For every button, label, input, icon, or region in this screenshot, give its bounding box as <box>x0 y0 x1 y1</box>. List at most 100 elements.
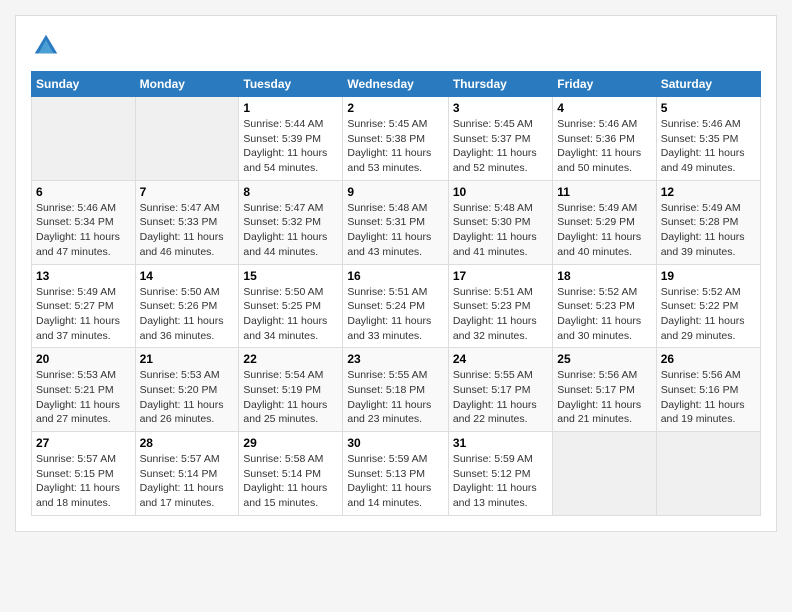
calendar-day-cell <box>32 97 136 181</box>
calendar-day-cell: 13 Sunrise: 5:49 AM Sunset: 5:27 PM Dayli… <box>32 264 136 348</box>
calendar-day-cell <box>135 97 239 181</box>
day-number: 13 <box>36 269 131 283</box>
day-number: 18 <box>557 269 651 283</box>
day-number: 11 <box>557 185 651 199</box>
day-info: Sunrise: 5:49 AM Sunset: 5:28 PM Dayligh… <box>661 201 756 260</box>
calendar-day-cell <box>656 432 760 516</box>
calendar-day-cell: 17Sunrise: 5:51 AM Sunset: 5:23 PM Dayli… <box>448 264 552 348</box>
day-info: Sunrise: 5:50 AM Sunset: 5:26 PM Dayligh… <box>140 285 235 344</box>
day-number: 4 <box>557 101 651 115</box>
calendar-day-cell: 5 Sunrise: 5:46 AM Sunset: 5:35 PM Daylig… <box>656 97 760 181</box>
calendar-day-cell: 7 Sunrise: 5:47 AM Sunset: 5:33 PM Daylig… <box>135 180 239 264</box>
day-info: Sunrise: 5:58 AM Sunset: 5:14 PM Dayligh… <box>243 452 338 511</box>
day-info: Sunrise: 5:57 AM Sunset: 5:15 PM Dayligh… <box>36 452 131 511</box>
day-info: Sunrise: 5:56 AM Sunset: 5:17 PM Dayligh… <box>557 368 651 427</box>
day-info: Sunrise: 5:52 AM Sunset: 5:23 PM Dayligh… <box>557 285 651 344</box>
day-number: 20 <box>36 352 131 366</box>
day-number: 28 <box>140 436 235 450</box>
calendar-week-row: 1Sunrise: 5:44 AM Sunset: 5:39 PM Daylig… <box>32 97 761 181</box>
calendar-day-cell: 3 Sunrise: 5:45 AM Sunset: 5:37 PM Daylig… <box>448 97 552 181</box>
day-info: Sunrise: 5:49 AM Sunset: 5:27 PM Dayligh… <box>36 285 131 344</box>
weekday-header: Saturday <box>656 72 760 97</box>
day-info: Sunrise: 5:48 AM Sunset: 5:31 PM Dayligh… <box>347 201 443 260</box>
calendar-day-cell: 12Sunrise: 5:49 AM Sunset: 5:28 PM Dayli… <box>656 180 760 264</box>
day-info: Sunrise: 5:46 AM Sunset: 5:35 PM Dayligh… <box>661 117 756 176</box>
day-info: Sunrise: 5:59 AM Sunset: 5:13 PM Dayligh… <box>347 452 443 511</box>
day-info: Sunrise: 5:57 AM Sunset: 5:14 PM Dayligh… <box>140 452 235 511</box>
calendar-day-cell: 23 Sunrise: 5:55 AM Sunset: 5:18 PM Dayli… <box>343 348 448 432</box>
day-number: 6 <box>36 185 131 199</box>
calendar-day-cell: 19Sunrise: 5:52 AM Sunset: 5:22 PM Dayli… <box>656 264 760 348</box>
day-number: 7 <box>140 185 235 199</box>
day-info: Sunrise: 5:48 AM Sunset: 5:30 PM Dayligh… <box>453 201 548 260</box>
day-info: Sunrise: 5:47 AM Sunset: 5:32 PM Dayligh… <box>243 201 338 260</box>
day-number: 23 <box>347 352 443 366</box>
calendar-day-cell <box>553 432 656 516</box>
day-info: Sunrise: 5:53 AM Sunset: 5:20 PM Dayligh… <box>140 368 235 427</box>
day-info: Sunrise: 5:51 AM Sunset: 5:23 PM Dayligh… <box>453 285 548 344</box>
weekday-header: Friday <box>553 72 656 97</box>
calendar-day-cell: 22 Sunrise: 5:54 AM Sunset: 5:19 PM Dayli… <box>239 348 343 432</box>
calendar-day-cell: 1Sunrise: 5:44 AM Sunset: 5:39 PM Daylig… <box>239 97 343 181</box>
day-number: 29 <box>243 436 338 450</box>
logo-icon <box>31 31 61 61</box>
day-info: Sunrise: 5:55 AM Sunset: 5:18 PM Dayligh… <box>347 368 443 427</box>
calendar-day-cell: 26 Sunrise: 5:56 AM Sunset: 5:16 PM Dayli… <box>656 348 760 432</box>
calendar-day-cell: 31Sunrise: 5:59 AM Sunset: 5:12 PM Dayli… <box>448 432 552 516</box>
calendar-day-cell: 20 Sunrise: 5:53 AM Sunset: 5:21 PM Dayli… <box>32 348 136 432</box>
calendar-day-cell: 16 Sunrise: 5:51 AM Sunset: 5:24 PM Dayli… <box>343 264 448 348</box>
day-number: 21 <box>140 352 235 366</box>
day-info: Sunrise: 5:45 AM Sunset: 5:37 PM Dayligh… <box>453 117 548 176</box>
day-number: 24 <box>453 352 548 366</box>
calendar-week-row: 13 Sunrise: 5:49 AM Sunset: 5:27 PM Dayli… <box>32 264 761 348</box>
calendar-table: SundayMondayTuesdayWednesdayThursdayFrid… <box>31 71 761 516</box>
day-info: Sunrise: 5:49 AM Sunset: 5:29 PM Dayligh… <box>557 201 651 260</box>
logo <box>31 31 65 61</box>
day-number: 5 <box>661 101 756 115</box>
calendar-day-cell: 9 Sunrise: 5:48 AM Sunset: 5:31 PM Daylig… <box>343 180 448 264</box>
calendar-header-row: SundayMondayTuesdayWednesdayThursdayFrid… <box>32 72 761 97</box>
weekday-header: Monday <box>135 72 239 97</box>
day-info: Sunrise: 5:54 AM Sunset: 5:19 PM Dayligh… <box>243 368 338 427</box>
day-number: 25 <box>557 352 651 366</box>
day-info: Sunrise: 5:55 AM Sunset: 5:17 PM Dayligh… <box>453 368 548 427</box>
calendar-day-cell: 10 Sunrise: 5:48 AM Sunset: 5:30 PM Dayli… <box>448 180 552 264</box>
calendar-day-cell: 25 Sunrise: 5:56 AM Sunset: 5:17 PM Dayli… <box>553 348 656 432</box>
calendar-day-cell: 8 Sunrise: 5:47 AM Sunset: 5:32 PM Daylig… <box>239 180 343 264</box>
calendar-week-row: 6Sunrise: 5:46 AM Sunset: 5:34 PM Daylig… <box>32 180 761 264</box>
day-info: Sunrise: 5:44 AM Sunset: 5:39 PM Dayligh… <box>243 117 338 176</box>
calendar-day-cell: 11 Sunrise: 5:49 AM Sunset: 5:29 PM Dayli… <box>553 180 656 264</box>
day-number: 3 <box>453 101 548 115</box>
day-number: 10 <box>453 185 548 199</box>
day-number: 9 <box>347 185 443 199</box>
calendar-day-cell: 18 Sunrise: 5:52 AM Sunset: 5:23 PM Dayli… <box>553 264 656 348</box>
calendar-day-cell: 14Sunrise: 5:50 AM Sunset: 5:26 PM Dayli… <box>135 264 239 348</box>
day-info: Sunrise: 5:51 AM Sunset: 5:24 PM Dayligh… <box>347 285 443 344</box>
calendar-day-cell: 2 Sunrise: 5:45 AM Sunset: 5:38 PM Daylig… <box>343 97 448 181</box>
day-info: Sunrise: 5:53 AM Sunset: 5:21 PM Dayligh… <box>36 368 131 427</box>
calendar-day-cell: 4Sunrise: 5:46 AM Sunset: 5:36 PM Daylig… <box>553 97 656 181</box>
day-info: Sunrise: 5:50 AM Sunset: 5:25 PM Dayligh… <box>243 285 338 344</box>
day-info: Sunrise: 5:56 AM Sunset: 5:16 PM Dayligh… <box>661 368 756 427</box>
day-number: 8 <box>243 185 338 199</box>
day-number: 16 <box>347 269 443 283</box>
day-info: Sunrise: 5:45 AM Sunset: 5:38 PM Dayligh… <box>347 117 443 176</box>
calendar-container: SundayMondayTuesdayWednesdayThursdayFrid… <box>15 15 777 532</box>
day-info: Sunrise: 5:52 AM Sunset: 5:22 PM Dayligh… <box>661 285 756 344</box>
day-info: Sunrise: 5:47 AM Sunset: 5:33 PM Dayligh… <box>140 201 235 260</box>
calendar-week-row: 27Sunrise: 5:57 AM Sunset: 5:15 PM Dayli… <box>32 432 761 516</box>
weekday-header: Thursday <box>448 72 552 97</box>
day-number: 2 <box>347 101 443 115</box>
calendar-day-cell: 28 Sunrise: 5:57 AM Sunset: 5:14 PM Dayli… <box>135 432 239 516</box>
calendar-day-cell: 6Sunrise: 5:46 AM Sunset: 5:34 PM Daylig… <box>32 180 136 264</box>
weekday-header: Sunday <box>32 72 136 97</box>
calendar-day-cell: 15Sunrise: 5:50 AM Sunset: 5:25 PM Dayli… <box>239 264 343 348</box>
calendar-day-cell: 21 Sunrise: 5:53 AM Sunset: 5:20 PM Dayli… <box>135 348 239 432</box>
day-number: 30 <box>347 436 443 450</box>
day-number: 26 <box>661 352 756 366</box>
calendar-week-row: 20 Sunrise: 5:53 AM Sunset: 5:21 PM Dayli… <box>32 348 761 432</box>
day-number: 22 <box>243 352 338 366</box>
day-info: Sunrise: 5:59 AM Sunset: 5:12 PM Dayligh… <box>453 452 548 511</box>
calendar-day-cell: 30 Sunrise: 5:59 AM Sunset: 5:13 PM Dayli… <box>343 432 448 516</box>
calendar-day-cell: 24 Sunrise: 5:55 AM Sunset: 5:17 PM Dayli… <box>448 348 552 432</box>
